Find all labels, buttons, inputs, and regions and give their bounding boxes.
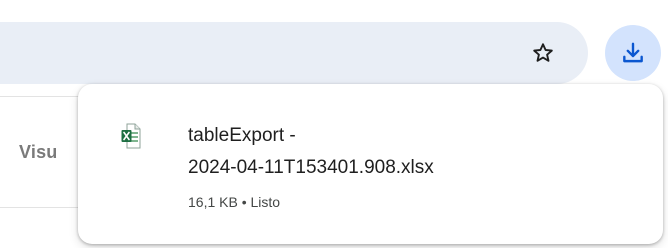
download-item[interactable]: tableExport - 2024-04-11T153401.908.xlsx… bbox=[78, 84, 663, 244]
download-status: Listo bbox=[250, 194, 281, 210]
downloads-bubble: tableExport - 2024-04-11T153401.908.xlsx… bbox=[78, 84, 663, 244]
page-tab-label[interactable]: Visu bbox=[19, 142, 58, 163]
star-outline-icon bbox=[533, 43, 553, 62]
file-name-line-2: 2024-04-11T153401.908.xlsx bbox=[188, 157, 434, 178]
downloads-button[interactable] bbox=[605, 25, 661, 81]
bookmark-star-button[interactable] bbox=[523, 33, 563, 73]
file-size: 16,1 KB bbox=[188, 194, 238, 210]
meta-separator: • bbox=[241, 194, 247, 210]
download-file-name: tableExport - 2024-04-11T153401.908.xlsx bbox=[188, 120, 608, 184]
download-icon bbox=[623, 42, 643, 63]
download-status-line: 16,1 KB • Listo bbox=[188, 194, 280, 210]
excel-file-icon bbox=[121, 123, 141, 149]
browser-toolbar bbox=[0, 0, 668, 84]
file-name-line-1: tableExport - bbox=[188, 125, 296, 146]
address-bar[interactable] bbox=[0, 22, 588, 84]
